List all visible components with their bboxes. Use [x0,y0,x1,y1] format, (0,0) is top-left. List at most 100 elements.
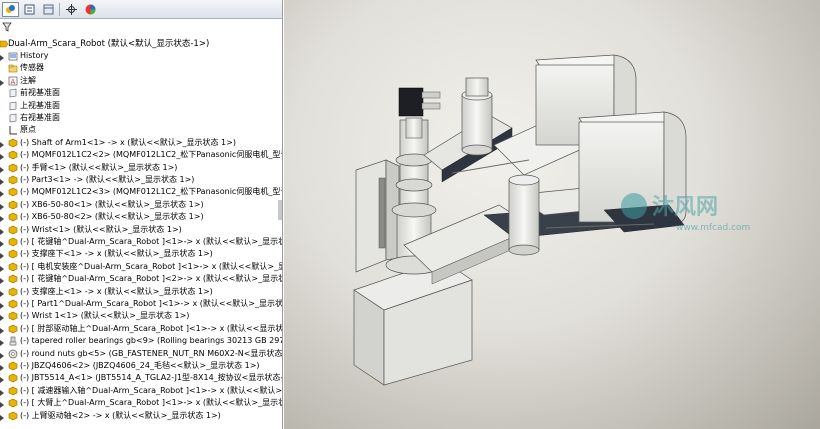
tree-item[interactable]: (-) 手臂<1> (默认<<默认>_显示状态 1>) [0,162,282,174]
feature-manager-tab-icon[interactable] [2,1,19,17]
expand-arrow-icon[interactable] [0,289,5,297]
tree-item[interactable]: 传感器 [0,62,282,74]
expand-arrow-icon[interactable] [0,177,5,185]
expand-arrow-icon[interactable] [0,326,5,334]
expand-arrow-icon[interactable] [0,140,5,148]
tree-item-label: (-) round nuts gb<5> (GB_FASTENER_NUT_RN… [20,348,283,358]
expand-arrow-icon[interactable] [0,388,5,396]
tree-item[interactable]: (-) tapered roller bearings gb<9> (Rolli… [0,335,283,347]
expand-arrow-icon[interactable] [0,375,5,384]
panel-tab-bar [0,0,282,19]
tree-item-label: (-) 手臂<1> (默认<<默认>_显示状态 1>) [20,162,178,172]
panel-splitter-handle[interactable] [278,200,282,220]
tree-item[interactable]: (-) 支撑座下<1> -> x (默认<<默认>_显示状态 1>) [0,248,282,260]
watermark-text: 沐风网 [652,195,718,220]
part-icon [8,249,18,259]
tree-item[interactable]: (-) 上臂驱动轴<2> -> x (默认<<默认>_显示状态 1>) [0,410,282,422]
tree-item-label: (-) [ 大臂上^Dual-Arm_Scara_Robot ]<1>-> x … [20,398,283,408]
sensors-folder-icon [8,63,18,73]
filter-icon[interactable] [2,22,12,34]
part-icon [8,237,18,247]
tree-item-label: (-) JBT5514_A<1> (JBT5514_A_TGLA2-J1型-8X… [20,373,283,383]
tree-item[interactable]: (-) XB6-50-80<1> (默认<<默认>_显示状态 1>) [0,199,282,211]
tree-item[interactable]: (-) [ 大臂上^Dual-Arm_Scara_Robot ]<1>-> x … [0,397,283,409]
expand-arrow-icon[interactable] [0,338,5,347]
tree-item-label: 右视基准面 [20,113,60,122]
expand-arrow-icon[interactable] [0,276,5,285]
tree-item[interactable]: 右视基准面 [0,112,282,124]
expand-arrow-icon[interactable] [0,264,5,272]
tree-item[interactable]: 上视基准面 [0,100,282,112]
tree-item[interactable]: (-) Wrist<1> (默认<<默认>_显示状态 1>) [0,224,282,236]
expand-arrow-icon[interactable] [0,313,5,322]
tree-item[interactable]: (-) [ 花键轴^Dual-Arm_Scara_Robot ]<1>-> x … [0,236,282,248]
part-icon [8,262,18,272]
part-icon [8,274,18,284]
expand-arrow-icon[interactable] [0,227,5,235]
part-icon [8,373,18,383]
tree-item-label: (-) [ 肘部驱动轴上^Dual-Arm_Scara_Robot ]<1>->… [20,323,283,333]
expand-arrow-icon[interactable] [0,400,5,409]
annotations-icon: A [8,76,18,86]
tree-item[interactable]: (-) [ Part1^Dual-Arm_Scara_Robot ]<1>-> … [0,298,282,310]
dimxpert-tab-icon[interactable] [63,2,80,17]
tree-item[interactable]: (-) Shaft of Arm1<1> -> x (默认<<默认>_显示状态 … [0,137,282,149]
tree-item[interactable]: (-) 支撑座上<1> -> x (默认<<默认>_显示状态 1>) [0,286,282,298]
tree-item[interactable]: (-) XB6-50-80<2> (默认<<默认>_显示状态 1>) [0,211,282,223]
tree-item-label: (-) 支撑座下<1> -> x (默认<<默认>_显示状态 1>) [20,249,213,259]
expand-arrow-icon[interactable] [0,53,5,61]
tree-item[interactable]: (-) MQMF012L1C2<3> (MQMF012L1C2_松下Panaso… [0,186,283,198]
tree-root-label: Dual-Arm_Scara_Robot (默认<默认_显示状态-1>) [8,39,210,49]
tree-item-label: (-) JBZQ4606<2> (JBZQ4606_24_毛毡<<默认>_显示状… [20,361,260,370]
tree-item[interactable]: 前视基准面 [0,87,282,99]
tree-item-label: (-) MQMF012L1C2<3> (MQMF012L1C2_松下Panaso… [20,187,283,197]
part-icon [8,311,18,321]
tree-root-assembly[interactable]: Dual-Arm_Scara_Robot (默认<默认_显示状态-1>) [0,38,282,50]
tree-item-label: (-) MQMF012L1C2<2> (MQMF012L1C2_松下Panaso… [20,150,283,160]
tree-item[interactable]: History [0,50,282,62]
part-icon [8,200,18,210]
expand-arrow-icon[interactable] [0,165,5,173]
part-icon [8,324,18,334]
tree-item[interactable]: (-) MQMF012L1C2<2> (MQMF012L1C2_松下Panaso… [0,149,283,161]
tree-item[interactable]: (-) JBT5514_A<1> (JBT5514_A_TGLA2-J1型-8X… [0,372,283,384]
nut-icon [8,349,18,359]
tree-item-label: 注解 [20,75,36,85]
tree-item[interactable]: A 注解 [0,75,282,87]
display-manager-tab-icon[interactable] [82,2,99,17]
tree-item-label: (-) Part3<1> -> (默认<<默认>_显示状态 1>) [20,175,195,184]
expand-arrow-icon[interactable] [0,413,5,421]
watermark-url: www.mfcad.com [676,223,750,233]
expand-arrow-icon[interactable] [0,301,5,309]
expand-arrow-icon[interactable] [0,152,5,161]
configuration-manager-tab-icon[interactable] [40,2,57,17]
tree-item[interactable]: (-) Part3<1> -> (默认<<默认>_显示状态 1>) [0,174,282,186]
expand-arrow-icon[interactable] [0,78,5,86]
expand-arrow-icon[interactable] [0,363,5,371]
tree-item-label: 上视基准面 [20,100,60,110]
tree-item-label: (-) XB6-50-80<1> (默认<<默认>_显示状态 1>) [20,199,204,209]
graphics-viewport[interactable]: 沐风网 www.mfcad.com [284,0,820,429]
tree-item[interactable]: (-) [ 电机安装座^Dual-Arm_Scara_Robot ]<1>-> … [0,261,282,273]
tree-item[interactable]: (-) round nuts gb<5> (GB_FASTENER_NUT_RN… [0,348,283,360]
expand-arrow-icon[interactable] [0,214,5,223]
expand-arrow-icon[interactable] [0,189,5,198]
filter-bar [0,19,282,37]
expand-arrow-icon[interactable] [0,251,5,260]
part-icon [8,386,18,396]
expand-arrow-icon[interactable] [0,239,5,247]
expand-arrow-icon[interactable] [0,351,5,359]
plane-icon [8,101,18,111]
tree-item[interactable]: (-) Wrist 1<1> (默认<<默认>_显示状态 1>) [0,310,282,322]
tree-item[interactable]: (-) [ 减速器输入轴^Dual-Arm_Scara_Robot ]<1>->… [0,385,282,397]
tree-item[interactable]: (-) [ 花键轴^Dual-Arm_Scara_Robot ]<2>-> x … [0,273,282,285]
part-icon [8,150,18,160]
part-icon [8,163,18,173]
tree-item[interactable]: (-) [ 肘部驱动轴上^Dual-Arm_Scara_Robot ]<1>->… [0,323,283,335]
part-icon [8,361,18,371]
tree-item[interactable]: (-) JBZQ4606<2> (JBZQ4606_24_毛毡<<默认>_显示状… [0,360,282,372]
expand-arrow-icon[interactable] [0,202,5,210]
property-manager-tab-icon[interactable] [21,2,38,17]
tree-item[interactable]: 原点 [0,124,282,136]
tree-item-label: (-) tapered roller bearings gb<9> (Rolli… [20,336,283,346]
